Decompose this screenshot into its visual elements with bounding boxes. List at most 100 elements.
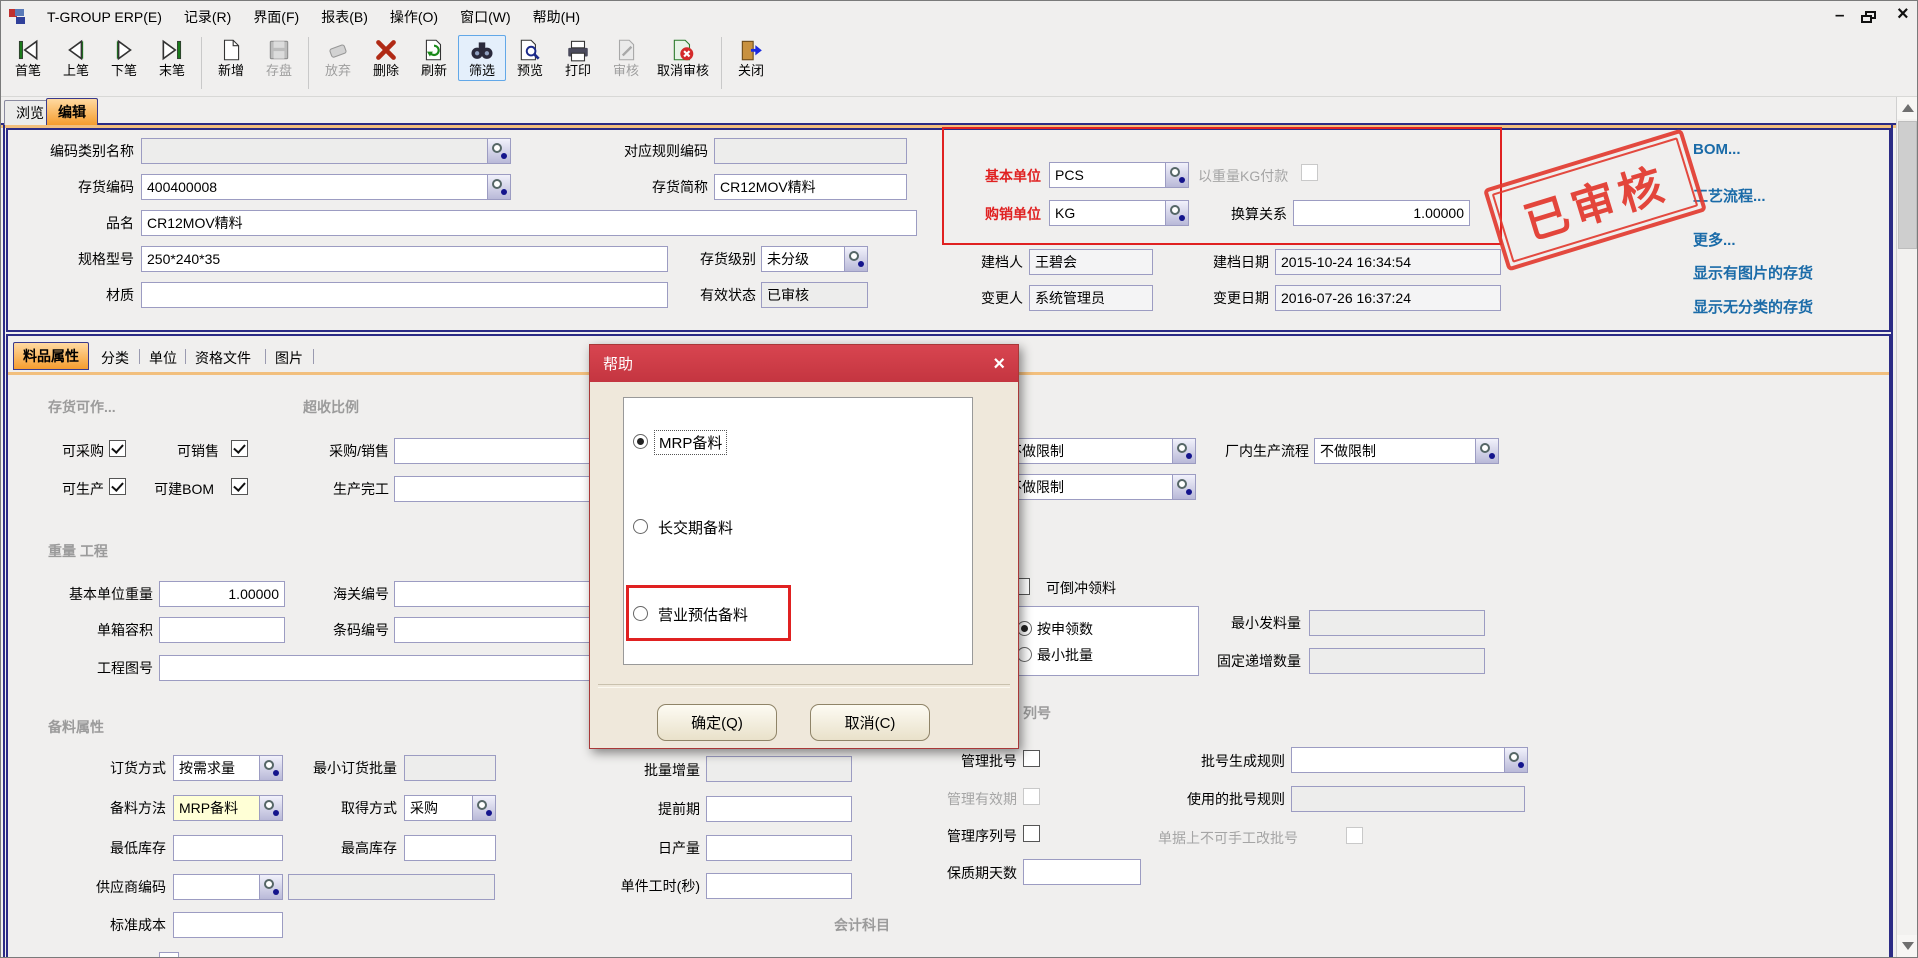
help-dialog-titlebar[interactable]: 帮助 × [590,345,1018,382]
by-request-radio[interactable] [1017,621,1032,636]
lookup-icon[interactable] [1504,748,1527,772]
rule-code-label: 对应规则编码 [591,142,708,160]
link-show-with-image[interactable]: 显示有图片的存货 [1693,262,1813,283]
std-cost-field[interactable] [173,912,283,938]
batch-rule-field[interactable] [1291,747,1528,773]
item-code-field[interactable]: 400400008 [141,174,511,200]
box-volume-field[interactable] [159,617,285,643]
item-abbr-field[interactable]: CR12MOV精料 [714,174,907,200]
subtab-unit[interactable]: 单位 [149,348,177,368]
lookup-icon[interactable] [1172,439,1195,463]
link-show-unclassified[interactable]: 显示无分类的存货 [1693,296,1813,317]
prev-record-icon [63,37,89,63]
manage-serial-checkbox[interactable] [1023,825,1040,842]
restrict-field-2[interactable]: 不做限制 [1002,474,1196,500]
help-dialog: 帮助 × MRP备料 长交期备料 营业预估备料 确定(Q) 取消(C) [589,344,1019,749]
order-mode-field[interactable]: 按需求量 [173,755,283,781]
minimize-button[interactable]: – [1835,5,1844,25]
restrict-field-1[interactable]: 不做限制 [1002,438,1196,464]
next-record-button[interactable]: 下笔 [100,35,148,81]
menu-report[interactable]: 报表(B) [310,7,379,27]
prod-finish-ratio-field[interactable] [394,476,619,502]
menu-window[interactable]: 窗口(W) [449,7,522,27]
purchase-sale-ratio-field[interactable] [394,438,619,464]
close-form-button[interactable]: 关闭 [727,35,775,81]
code-category-field[interactable] [141,138,511,164]
vertical-scrollbar[interactable] [1896,97,1918,958]
scrollbar-thumb[interactable] [1898,121,1917,249]
customs-code-field[interactable] [394,581,619,607]
menu-help[interactable]: 帮助(H) [522,7,591,27]
last-record-button[interactable]: 末笔 [148,35,196,81]
factory-flow-field[interactable]: 不做限制 [1314,438,1499,464]
menu-app[interactable]: T-GROUP ERP(E) [36,9,173,25]
menu-interface[interactable]: 界面(F) [242,7,310,27]
lookup-icon[interactable] [472,796,495,820]
menu-operation[interactable]: 操作(O) [379,7,449,27]
bom-able-label: 可建BOM [151,480,214,498]
lookup-icon[interactable] [487,175,510,199]
drawing-no-field[interactable] [159,655,619,681]
scroll-up-button[interactable] [1897,97,1918,119]
modifier-label: 变更人 [941,289,1023,307]
mrp-option-label[interactable]: MRP备料 [654,430,727,455]
scroll-down-button[interactable] [1897,935,1918,957]
link-bom[interactable]: BOM... [1693,141,1741,158]
new-button[interactable]: 新增 [207,35,255,81]
purchasable-checkbox[interactable] [109,440,126,457]
first-record-button[interactable]: 首笔 [4,35,52,81]
barcode-field[interactable] [394,617,619,643]
acquire-mode-field[interactable]: 采购 [404,795,496,821]
subtab-item-attr[interactable]: 料品属性 [13,342,89,370]
material-field[interactable] [141,282,668,308]
level-field[interactable]: 未分级 [761,246,868,272]
ok-button[interactable]: 确定(Q) [657,704,777,741]
lookup-icon[interactable] [487,139,510,163]
spec-field[interactable]: 250*240*35 [141,246,668,272]
delete-button[interactable]: 删除 [362,35,410,81]
tab-edit[interactable]: 编辑 [46,98,98,125]
item-name-field[interactable]: CR12MOV精料 [141,210,917,236]
prep-method-field[interactable]: MRP备料 [173,795,283,821]
subtab-image[interactable]: 图片 [275,348,303,368]
lookup-icon[interactable] [259,756,282,780]
daily-output-field[interactable] [706,835,852,861]
base-weight-field[interactable]: 1.00000 [159,581,285,607]
bom-able-checkbox[interactable] [231,478,248,495]
mrp-option-radio[interactable] [633,434,648,449]
long-lead-option-label[interactable]: 长交期备料 [658,517,733,538]
lead-time-field[interactable] [706,796,852,822]
link-more[interactable]: 更多... [1693,229,1736,250]
subtab-category[interactable]: 分类 [101,348,129,368]
prev-record-button[interactable]: 上笔 [52,35,100,81]
supplier-code-field[interactable] [173,874,283,900]
cancel-button[interactable]: 取消(C) [810,704,930,741]
long-lead-option-radio[interactable] [633,519,648,534]
filter-button[interactable]: 筛选 [458,35,506,81]
unit-hours-field[interactable] [706,873,852,899]
level-label: 存货级别 [651,250,756,268]
subtab-qualification[interactable]: 资格文件 [195,348,251,368]
sellable-checkbox[interactable] [231,440,248,457]
lookup-icon[interactable] [1475,439,1498,463]
dialog-close-icon[interactable]: × [993,354,1005,374]
min-stock-field[interactable] [173,835,283,861]
section-usable: 存货可作... [48,397,116,417]
preview-button[interactable]: 预览 [506,35,554,81]
shelf-life-field[interactable] [1023,859,1141,885]
min-batch-radio[interactable] [1017,647,1032,662]
refresh-button[interactable]: 刷新 [410,35,458,81]
manage-batch-checkbox[interactable] [1023,750,1040,767]
close-window-button[interactable]: × [1897,3,1909,26]
print-button[interactable]: 打印 [554,35,602,81]
lookup-icon[interactable] [259,875,282,899]
lookup-icon[interactable] [259,796,282,820]
producible-checkbox[interactable] [109,478,126,495]
lead-time-label: 提前期 [621,800,700,818]
cancel-audit-button[interactable]: 取消审核 [650,35,716,81]
restore-button[interactable] [1861,11,1877,24]
max-stock-field[interactable] [404,835,496,861]
lookup-icon[interactable] [844,247,867,271]
menu-record[interactable]: 记录(R) [173,7,242,27]
lookup-icon[interactable] [1172,475,1195,499]
